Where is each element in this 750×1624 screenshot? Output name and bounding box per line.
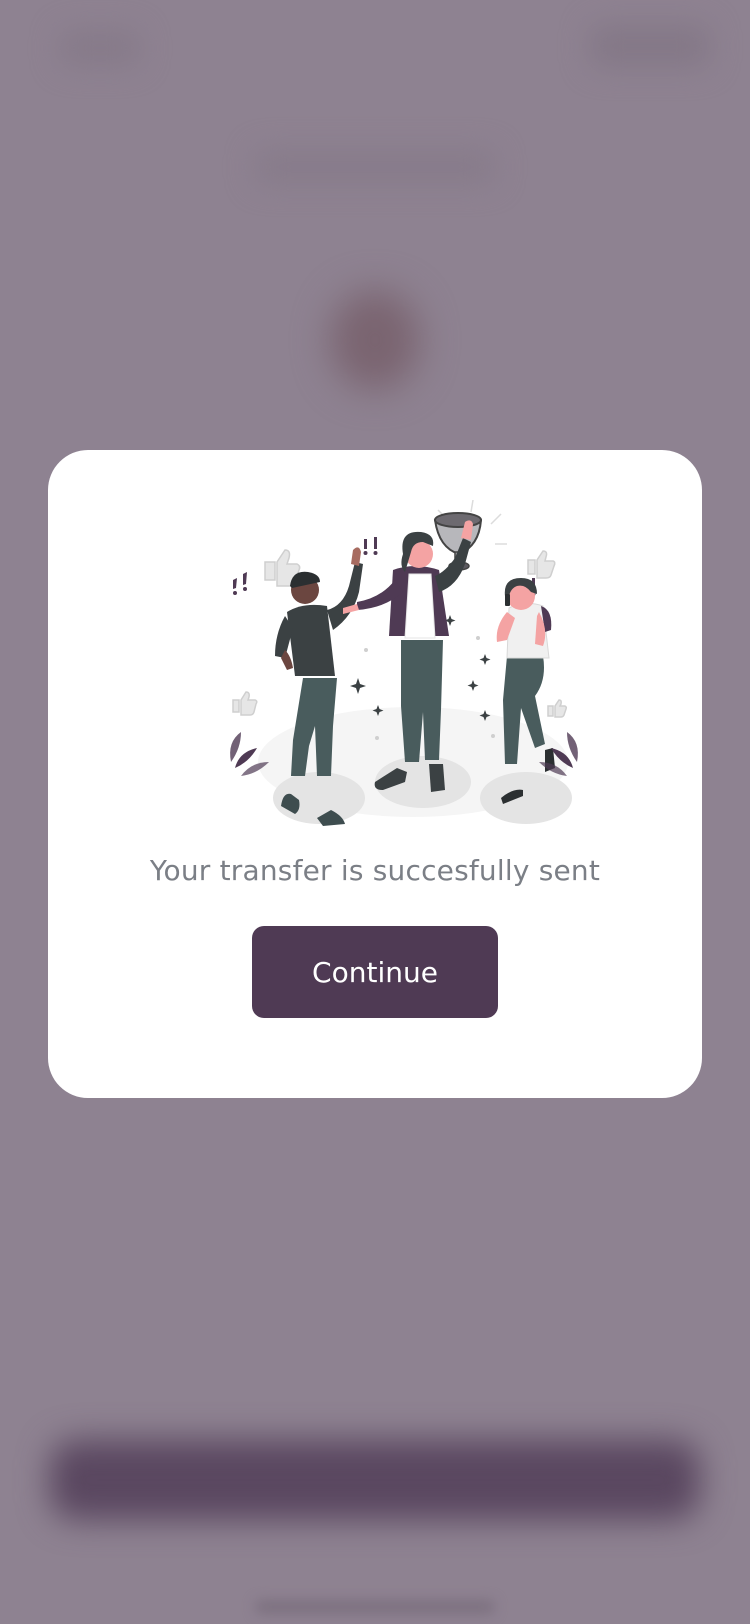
continue-button-label: Continue [312, 955, 438, 989]
background-title-blurred [255, 150, 495, 184]
success-modal: Your transfer is succesfully sent Contin… [48, 450, 702, 1098]
celebration-illustration-icon [230, 500, 578, 826]
app-screen: Your transfer is succesfully sent Contin… [0, 0, 750, 1624]
background-header-left-blurred [60, 30, 140, 66]
background-avatar-blurred [330, 290, 420, 390]
background-bottom-button-blurred [50, 1440, 700, 1520]
success-message: Your transfer is succesfully sent [149, 854, 601, 887]
background-header-right-blurred [590, 24, 710, 68]
home-indicator [255, 1600, 495, 1614]
continue-button[interactable]: Continue [252, 926, 498, 1018]
